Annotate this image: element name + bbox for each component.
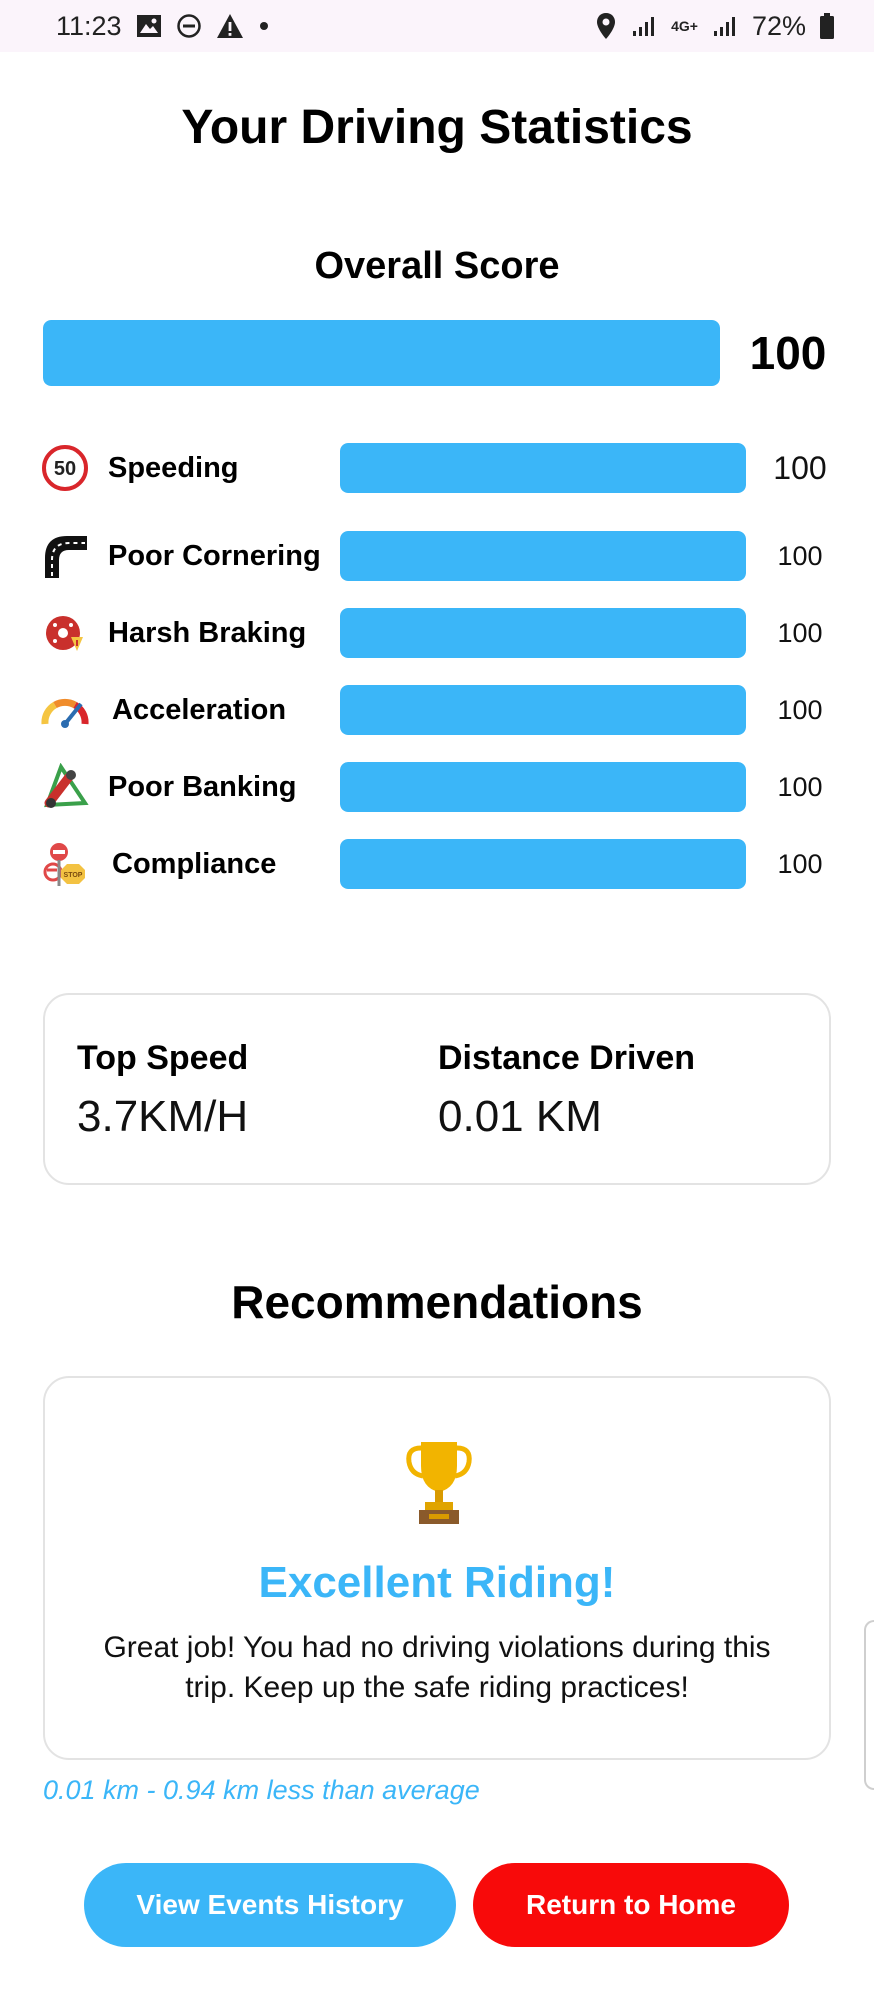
- top-speed-value: 3.7KM/H: [77, 1092, 249, 1141]
- brake-disc-icon: [40, 608, 90, 658]
- image-icon: [136, 14, 162, 38]
- top-speed-label: Top Speed: [77, 1039, 249, 1077]
- metric-bar: [340, 839, 746, 889]
- metric-value: 100: [777, 617, 823, 648]
- metric-label: Acceleration: [112, 693, 287, 726]
- location-icon: [595, 12, 617, 40]
- metric-label: Harsh Braking: [108, 616, 307, 649]
- distance-comparison-note: 0.01 km - 0.94 km less than average: [43, 1775, 480, 1805]
- scroll-edge-indicator: [864, 1620, 874, 1790]
- metric-value: 100: [777, 848, 823, 879]
- metric-bar: [340, 531, 746, 581]
- recommendations-heading: Recommendations: [231, 1276, 643, 1328]
- metric-row-compliance: STOP Compliance 100: [40, 837, 840, 891]
- distance-value: 0.01 KM: [438, 1092, 602, 1141]
- metric-bar: [340, 762, 746, 812]
- battery-percent: 72%: [751, 10, 806, 41]
- recommendation-title: Excellent Riding!: [258, 1558, 616, 1607]
- overall-score-value: 100: [749, 327, 827, 379]
- metric-value: 100: [777, 694, 823, 725]
- overall-score-bar-fill: [43, 320, 720, 386]
- signal-icon: [712, 15, 738, 37]
- curved-road-icon: [40, 531, 90, 581]
- speed-limit-text: 50: [54, 458, 76, 480]
- overall-score-heading: Overall Score: [314, 245, 560, 287]
- view-events-history-button[interactable]: View Events History: [84, 1863, 456, 1947]
- metric-label: Speeding: [108, 451, 239, 484]
- metric-label: Compliance: [112, 847, 277, 880]
- metric-bar-fill: [340, 531, 746, 581]
- dot-icon: [258, 20, 270, 32]
- metric-bar: [340, 443, 746, 493]
- page-title: Your Driving Statistics: [181, 101, 693, 154]
- driving-statistics-screen: 11:23 4G+ 72% Your Driving Statistics Ov…: [0, 0, 874, 1999]
- return-to-home-button[interactable]: Return to Home: [473, 1863, 789, 1947]
- metric-bar: [340, 685, 746, 735]
- recommendation-text: Great job! You had no driving violations…: [103, 1631, 771, 1704]
- signal-icon: [631, 15, 657, 37]
- network-type: 4G+: [671, 18, 698, 34]
- speed-limit-50-icon: 50: [40, 443, 90, 493]
- distance-label: Distance Driven: [438, 1039, 695, 1077]
- speedometer-icon: [40, 685, 90, 735]
- metric-bar: [340, 608, 746, 658]
- stop-sign-text: STOP: [64, 872, 83, 879]
- overall-score-bar: [43, 320, 720, 386]
- clock: 11:23: [56, 10, 122, 41]
- metric-bar-fill: [340, 685, 746, 735]
- do-not-disturb-icon: [176, 13, 202, 39]
- metric-row-speeding: 50 Speeding 100: [40, 441, 840, 495]
- trophy-icon: [405, 1438, 473, 1526]
- status-bar: 11:23 4G+ 72%: [0, 0, 874, 52]
- metric-bar-fill: [340, 762, 746, 812]
- motorbike-lean-icon: [40, 762, 90, 812]
- metric-bar-fill: [340, 608, 746, 658]
- distance-stat: Distance Driven 0.01 KM: [438, 1039, 695, 1142]
- trip-stats-card: Top Speed 3.7KM/H Distance Driven 0.01 K…: [43, 993, 831, 1185]
- metric-bar-fill: [340, 839, 746, 889]
- battery-icon: [820, 13, 834, 39]
- metric-row-acceleration: Acceleration 100: [40, 683, 840, 737]
- metric-value: 100: [777, 540, 823, 571]
- metric-bar-fill: [340, 443, 746, 493]
- metric-label: Poor Banking: [108, 770, 297, 803]
- metric-label: Poor Cornering: [108, 539, 321, 572]
- metric-value: 100: [773, 449, 827, 486]
- metric-value: 100: [777, 771, 823, 802]
- metric-row-poor-banking: Poor Banking 100: [40, 760, 840, 814]
- top-speed-stat: Top Speed 3.7KM/H: [77, 1039, 248, 1142]
- recommendation-card: Excellent Riding! Great job! You had no …: [43, 1376, 831, 1760]
- warning-icon: [216, 13, 244, 39]
- metric-row-harsh-braking: Harsh Braking 100: [40, 606, 840, 660]
- metric-row-poor-cornering: Poor Cornering 100: [40, 529, 840, 583]
- stop-sign-icon: STOP: [40, 839, 90, 889]
